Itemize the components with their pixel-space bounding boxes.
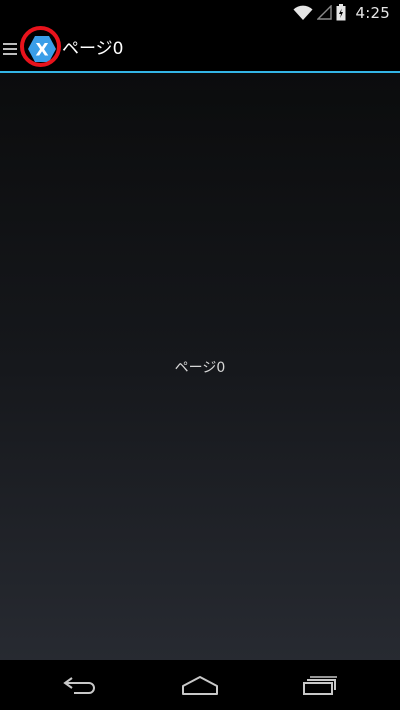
menu-icon[interactable] bbox=[3, 43, 17, 55]
status-bar: 4:25 bbox=[0, 0, 400, 25]
battery-icon bbox=[336, 4, 346, 21]
home-button[interactable] bbox=[180, 672, 220, 698]
recents-button[interactable] bbox=[299, 672, 339, 698]
wifi-icon bbox=[293, 5, 313, 20]
page-label: ページ0 bbox=[174, 360, 226, 376]
action-bar-title: ページ0 bbox=[62, 39, 124, 59]
screen: 4:25 X ページ0 ページ0 bbox=[0, 0, 400, 710]
back-button[interactable] bbox=[60, 672, 100, 698]
status-time: 4:25 bbox=[355, 3, 390, 22]
back-icon bbox=[63, 677, 95, 694]
page-content: ページ0 bbox=[0, 73, 400, 660]
signal-icon bbox=[316, 5, 332, 20]
action-bar: X ページ0 bbox=[0, 25, 400, 73]
status-icons: 4:25 bbox=[293, 0, 390, 25]
home-icon bbox=[182, 676, 218, 695]
highlight-circle bbox=[20, 26, 61, 67]
app-home-button[interactable]: X bbox=[20, 25, 68, 73]
recents-icon bbox=[303, 676, 337, 695]
navigation-bar bbox=[0, 660, 400, 710]
